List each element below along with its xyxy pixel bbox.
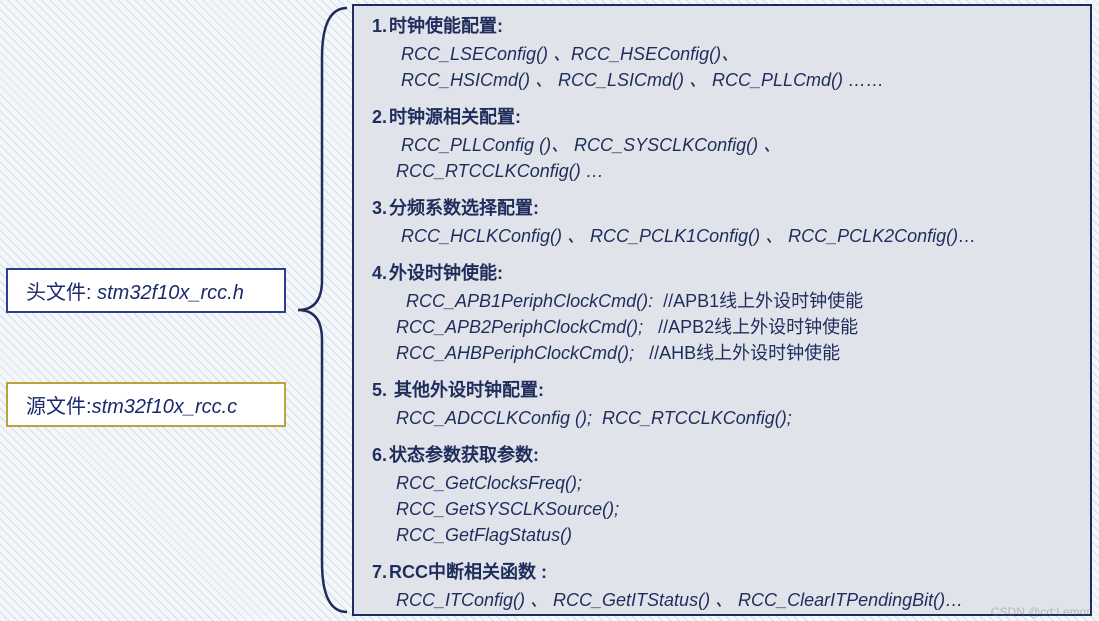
fn-line: RCC_HSICmd() 、 RCC_LSICmd() 、 RCC_PLLCmd… [396, 67, 1072, 93]
section-body: RCC_LSEConfig() 、RCC_HSEConfig()、 RCC_HS… [396, 41, 1072, 93]
section-title: 3.分频系数选择配置: [372, 194, 1072, 223]
section-label: 分频系数选择配置: [389, 198, 539, 218]
section-label-bold: RCC [389, 562, 428, 582]
section-periph-clock-enable: 4.外设时钟使能: RCC_APB1PeriphClockCmd(): //AP… [372, 259, 1072, 366]
fn-line: RCC_ADCCLKConfig (); RCC_RTCCLKConfig(); [396, 405, 1072, 431]
section-clock-enable-config: 1.时钟使能配置: RCC_LSEConfig() 、RCC_HSEConfig… [372, 12, 1072, 93]
fn-line: RCC_RTCCLKConfig() … [396, 158, 1072, 184]
section-body: RCC_ADCCLKConfig (); RCC_RTCCLKConfig(); [396, 405, 1072, 431]
section-label-rest: 中断相关函数 : [428, 562, 547, 582]
section-body: RCC_ITConfig() 、 RCC_GetITStatus() 、 RCC… [396, 587, 1072, 613]
section-title: 6.状态参数获取参数: [372, 441, 1072, 470]
fn-line: RCC_HCLKConfig() 、 RCC_PCLK1Config() 、 R… [396, 223, 1072, 249]
fn-line: RCC_GetSYSCLKSource(); [396, 496, 1072, 522]
source-file-name: stm32f10x_rcc.c [92, 396, 238, 418]
source-label-prefix: 源文件: [26, 396, 92, 418]
section-clock-source-config: 2.时钟源相关配置: RCC_PLLConfig ()、 RCC_SYSCLKC… [372, 103, 1072, 184]
section-num: 1. [372, 16, 387, 36]
fn-comment: //AHB线上外设时钟使能 [634, 343, 840, 363]
curly-brace-icon [292, 4, 352, 616]
header-file-card: 头文件: stm32f10x_rcc.h [6, 268, 286, 313]
section-body: RCC_APB1PeriphClockCmd(): //APB1线上外设时钟使能… [396, 288, 1072, 366]
section-label: 其他外设时钟配置: [389, 380, 544, 400]
section-label: 状态参数获取参数: [389, 445, 539, 465]
section-num: 2. [372, 107, 387, 127]
fn-name: RCC_APB1PeriphClockCmd(): [396, 291, 653, 311]
fn-line: RCC_LSEConfig() 、RCC_HSEConfig()、 [396, 41, 1072, 67]
section-prescaler-config: 3.分频系数选择配置: RCC_HCLKConfig() 、 RCC_PCLK1… [372, 194, 1072, 249]
section-num: 5. [372, 380, 387, 400]
fn-line: RCC_GetFlagStatus() [396, 522, 1072, 548]
section-rcc-interrupt: 7.RCC中断相关函数 : RCC_ITConfig() 、 RCC_GetIT… [372, 558, 1072, 613]
header-label-prefix: 头文件: [26, 282, 92, 304]
fn-name: RCC_APB2PeriphClockCmd(); [396, 317, 643, 337]
section-num: 4. [372, 263, 387, 283]
source-file-card: 源文件:stm32f10x_rcc.c [6, 382, 286, 427]
section-num: 3. [372, 198, 387, 218]
rcc-functions-panel: 1.时钟使能配置: RCC_LSEConfig() 、RCC_HSEConfig… [352, 4, 1092, 616]
fn-line: RCC_APB2PeriphClockCmd(); //APB2线上外设时钟使能 [396, 314, 1072, 340]
fn-line: RCC_APB1PeriphClockCmd(): //APB1线上外设时钟使能 [396, 288, 1072, 314]
fn-comment: //APB2线上外设时钟使能 [643, 317, 858, 337]
section-num: 7. [372, 562, 387, 582]
section-title: 4.外设时钟使能: [372, 259, 1072, 288]
header-file-name: stm32f10x_rcc.h [92, 282, 244, 304]
section-other-periph-clock: 5. 其他外设时钟配置: RCC_ADCCLKConfig (); RCC_RT… [372, 376, 1072, 431]
section-title: 2.时钟源相关配置: [372, 103, 1072, 132]
fn-line: RCC_ITConfig() 、 RCC_GetITStatus() 、 RCC… [396, 587, 1072, 613]
section-num: 6. [372, 445, 387, 465]
section-label: 时钟源相关配置: [389, 107, 521, 127]
fn-line: RCC_GetClocksFreq(); [396, 470, 1072, 496]
section-label: 外设时钟使能: [389, 263, 503, 283]
section-body: RCC_PLLConfig ()、 RCC_SYSCLKConfig() 、 R… [396, 132, 1072, 184]
section-title: 1.时钟使能配置: [372, 12, 1072, 41]
section-title: 7.RCC中断相关函数 : [372, 558, 1072, 587]
section-status-params: 6.状态参数获取参数: RCC_GetClocksFreq(); RCC_Get… [372, 441, 1072, 548]
fn-name: RCC_AHBPeriphClockCmd(); [396, 343, 634, 363]
watermark-text: CSDN @cd:Lemon [991, 605, 1093, 619]
section-body: RCC_HCLKConfig() 、 RCC_PCLK1Config() 、 R… [396, 223, 1072, 249]
section-body: RCC_GetClocksFreq(); RCC_GetSYSCLKSource… [396, 470, 1072, 548]
fn-line: RCC_PLLConfig ()、 RCC_SYSCLKConfig() 、 [396, 132, 1072, 158]
section-label: 时钟使能配置: [389, 16, 503, 36]
fn-line: RCC_AHBPeriphClockCmd(); //AHB线上外设时钟使能 [396, 340, 1072, 366]
fn-comment: //APB1线上外设时钟使能 [653, 291, 863, 311]
section-title: 5. 其他外设时钟配置: [372, 376, 1072, 405]
